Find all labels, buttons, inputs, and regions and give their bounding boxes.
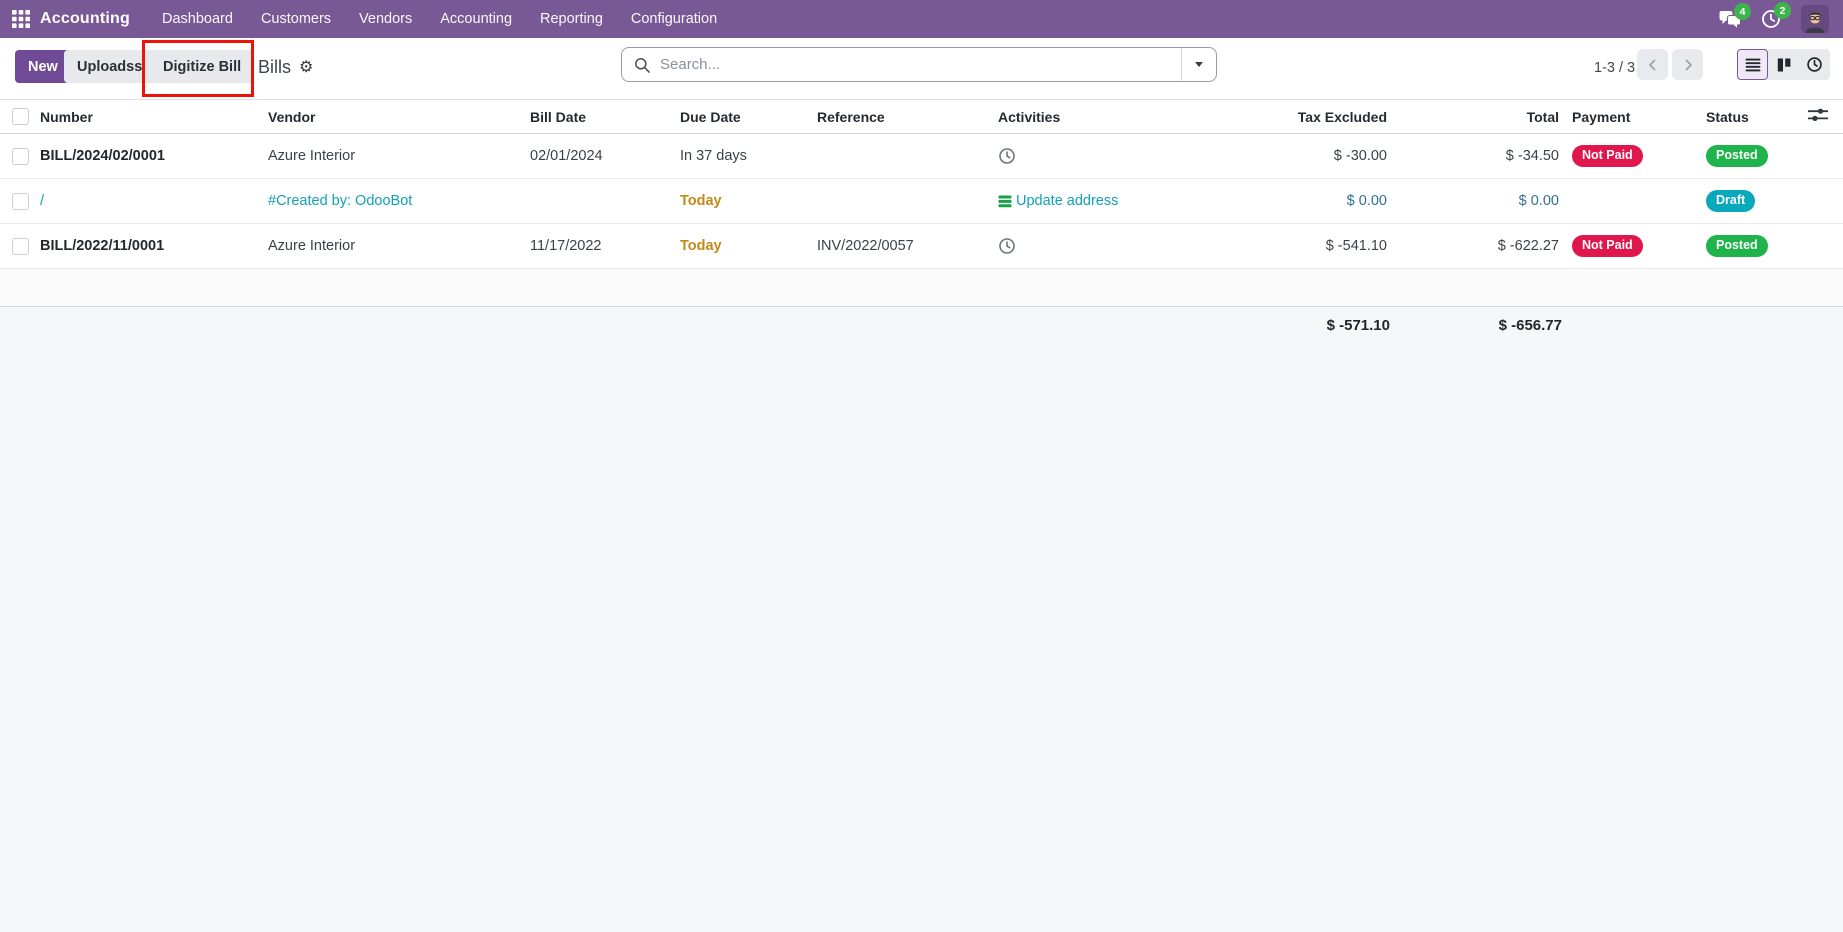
table-row[interactable]: / #Created by: OdooBot Today Update addr… [0,179,1843,224]
row-checkbox[interactable] [12,193,29,210]
status-badge: Posted [1706,145,1768,168]
total-amount: $ -34.50 [1506,148,1559,164]
kanban-view-icon [1776,57,1792,73]
vendor-name: Azure Interior [268,238,355,254]
pager-range: 1-3 / 3 [1594,60,1635,76]
bill-number: / [40,193,44,209]
control-panel: New Uploadss Digitize Bill Bills ⚙ 1-3 /… [0,38,1843,100]
activity-view-clock-icon [1806,56,1823,73]
tax-excluded-amount: $ -30.00 [1334,148,1387,164]
activities-count-badge: 2 [1774,2,1791,19]
optional-columns-sliders-icon[interactable] [1807,107,1829,123]
view-switcher [1737,49,1830,80]
breadcrumb: Bills ⚙ [258,57,313,78]
column-header-tax-excluded[interactable]: Tax Excluded [1202,100,1390,134]
status-badge: Posted [1706,235,1768,258]
list-view-icon [1745,57,1761,73]
row-checkbox[interactable] [12,148,29,165]
empty-row [0,269,1843,307]
activity-clock-icon[interactable] [998,237,1016,255]
vendor-name: Azure Interior [268,148,355,164]
table-row[interactable]: BILL/2022/11/0001 Azure Interior 11/17/2… [0,224,1843,269]
activity-type-icon [998,195,1012,208]
bill-date: 02/01/2024 [530,148,603,164]
tax-excluded-sum: $ -571.10 [1327,317,1390,334]
due-date: In 37 days [680,148,747,164]
total-sum: $ -656.77 [1499,317,1562,334]
activity-link[interactable]: Update address [1016,193,1118,209]
table-row[interactable]: BILL/2024/02/0001 Azure Interior 02/01/2… [0,134,1843,179]
reference: INV/2022/0057 [817,238,914,254]
pager-next-button[interactable] [1672,49,1703,80]
menu-reporting[interactable]: Reporting [526,0,617,38]
column-header-activities[interactable]: Activities [990,100,1202,134]
upload-button[interactable]: Uploadss [64,50,155,83]
list-footer: $ -571.10 $ -656.77 [0,306,1843,932]
activity-clock-icon[interactable] [998,147,1016,165]
menu-dashboard[interactable]: Dashboard [148,0,247,38]
bill-number: BILL/2024/02/0001 [40,148,165,164]
menu-accounting[interactable]: Accounting [426,0,526,38]
app-name[interactable]: Accounting [40,10,130,28]
list-view-button[interactable] [1737,49,1768,80]
menu-vendors[interactable]: Vendors [345,0,426,38]
view-settings-gear-icon[interactable]: ⚙ [299,60,313,76]
messages-count-badge: 4 [1734,3,1751,20]
due-date: Today [680,238,722,254]
main-menu: Dashboard Customers Vendors Accounting R… [148,0,731,38]
column-header-status[interactable]: Status [1660,100,1790,134]
user-avatar[interactable] [1801,5,1829,33]
digitize-bill-button[interactable]: Digitize Bill [150,50,254,83]
row-checkbox[interactable] [12,238,29,255]
total-amount: $ 0.00 [1519,193,1559,209]
odoo-accounting-bills-page: Accounting Dashboard Customers Vendors A… [0,0,1843,932]
search-input[interactable] [658,55,1181,74]
chevron-right-icon [1680,57,1696,73]
tax-excluded-amount: $ 0.00 [1347,193,1387,209]
column-header-reference[interactable]: Reference [817,100,990,134]
tax-excluded-amount: $ -541.10 [1326,238,1387,254]
bill-number: BILL/2022/11/0001 [40,238,164,254]
bills-table: Number Vendor Bill Date Due Date Referen… [0,100,1843,306]
top-navbar: Accounting Dashboard Customers Vendors A… [0,0,1843,38]
search-options-toggle[interactable] [1181,48,1216,81]
total-amount: $ -622.27 [1498,238,1559,254]
chevron-down-icon [1195,62,1203,67]
search-icon [634,57,650,73]
column-header-vendor[interactable]: Vendor [268,100,522,134]
payment-status-badge: Not Paid [1572,235,1643,258]
due-date: Today [680,193,722,209]
activities-button[interactable]: 2 [1761,9,1781,29]
table-header-row: Number Vendor Bill Date Due Date Referen… [0,100,1843,134]
column-header-payment[interactable]: Payment [1562,100,1660,134]
chevron-left-icon [1645,57,1661,73]
apps-grid-icon[interactable] [12,10,30,28]
kanban-view-button[interactable] [1768,49,1799,80]
column-header-bill-date[interactable]: Bill Date [522,100,658,134]
new-button[interactable]: New [15,50,71,83]
status-badge: Draft [1706,190,1755,213]
navbar-systray: 4 2 [1719,5,1843,33]
select-all-checkbox[interactable] [12,108,29,125]
messages-button[interactable]: 4 [1719,10,1741,28]
payment-status-badge: Not Paid [1572,145,1643,168]
column-header-total[interactable]: Total [1390,100,1562,134]
column-header-due-date[interactable]: Due Date [658,100,817,134]
pager-previous-button[interactable] [1637,49,1668,80]
page-title: Bills [258,57,291,78]
bill-date: 11/17/2022 [530,238,602,254]
search-bar [621,47,1217,82]
column-header-number[interactable]: Number [40,100,268,134]
vendor-name: #Created by: OdooBot [268,193,412,209]
menu-configuration[interactable]: Configuration [617,0,731,38]
activity-view-button[interactable] [1799,49,1830,80]
menu-customers[interactable]: Customers [247,0,345,38]
